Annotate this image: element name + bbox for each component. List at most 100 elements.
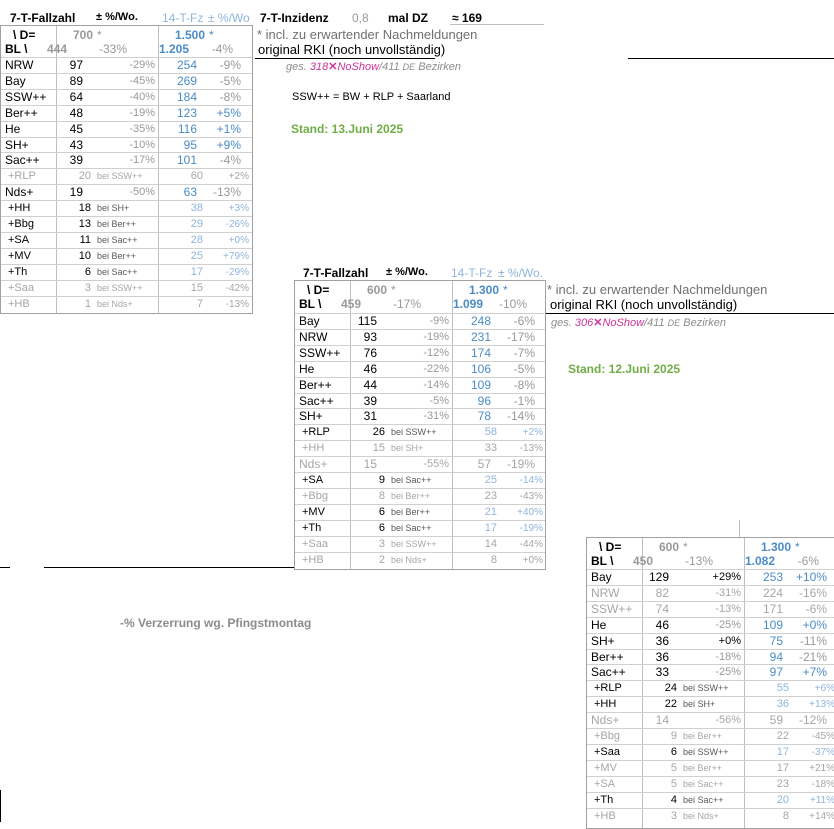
fz14-value: 36 <box>776 698 789 711</box>
fz14-value: 109 <box>470 377 491 392</box>
state-label: He <box>5 121 21 136</box>
divider-stub <box>739 520 740 537</box>
fz14-value: 59 <box>769 713 783 728</box>
header-row-d: \ D= 600 * 1.300 * <box>295 283 545 298</box>
case-value: 14 <box>655 713 669 728</box>
header-row-d: \ D= 600 * 1.300 * <box>587 540 834 555</box>
pct14-value: -42% <box>225 282 249 294</box>
fz14-value: 23 <box>484 489 497 502</box>
pct14-value: -18% <box>811 778 834 790</box>
pct14-value: -4% <box>219 153 241 168</box>
bei-note: bei SSW++ <box>391 427 437 438</box>
pct-value: -31% <box>423 410 449 423</box>
case-value: 6 <box>84 265 91 278</box>
left-edge-line <box>0 790 1 822</box>
ges-line-2: ges. 306✕NoShow/411 DE Bezirken <box>551 317 727 329</box>
pct14-value: +3% <box>228 203 249 215</box>
case-value: 64 <box>69 89 83 104</box>
state-label: +SA <box>594 777 616 790</box>
pct14-value: -45% <box>811 731 834 742</box>
pct-value: -17% <box>129 154 155 167</box>
pct14-value: -8% <box>219 89 241 104</box>
pct-value: -56% <box>715 714 741 727</box>
table-row: +MV 6 bei Ber++ 21 +40% <box>295 505 545 521</box>
state-label: +RLP <box>302 426 330 439</box>
pct14-value: -43% <box>519 490 543 502</box>
bei-note: bei Sac++ <box>683 794 724 805</box>
table-row: Ber++ 44 -14% 109 -8% <box>295 378 545 394</box>
pct14-value: -13% <box>225 298 249 310</box>
pct-value: -10% <box>129 138 155 151</box>
fz14-value: 8 <box>490 553 497 566</box>
table-row: +HB 2 bei Nds+ 8 +0% <box>295 553 545 569</box>
case-value: 13 <box>78 218 91 230</box>
state-label: +Bbg <box>594 730 620 742</box>
pct14-value: -26% <box>225 219 249 230</box>
fallzahl-header-2: 7-T-Fallzahl <box>303 266 369 280</box>
pct14-value: -6% <box>805 601 827 616</box>
pct-value: -55% <box>423 458 449 471</box>
fz14-value: 78 <box>477 409 491 424</box>
header-row-d: \ D= 700 * 1.500 * <box>1 28 252 43</box>
pm-header-2: ± %/Wo. <box>386 266 428 278</box>
d-label: \ D= <box>307 283 330 297</box>
bei-note: bei SSW++ <box>97 282 143 293</box>
pm14-header-2: ± %/Wo. <box>498 266 544 280</box>
bei-note: bei Sac++ <box>97 234 138 245</box>
fz14-value: 25 <box>190 249 203 262</box>
bl-pct: -33% <box>98 42 127 56</box>
table-row: Ber++ 48 -19% 123 +5% <box>1 106 252 122</box>
table-row: Sac++ 33 -25% 97 +7% <box>587 665 834 681</box>
case-value: 6 <box>378 521 385 534</box>
table-row: SH+ 43 -10% 95 +9% <box>1 138 252 154</box>
case-value: 3 <box>378 537 385 550</box>
original-note-1: original RKI (noch unvollständig) <box>258 42 446 57</box>
bei-note: bei SSW++ <box>391 538 437 549</box>
state-label: +HH <box>302 442 325 455</box>
bl-pct: -17% <box>392 297 421 311</box>
pct14-value: +0% <box>522 554 543 566</box>
state-label: +MV <box>594 761 617 774</box>
pct14-value: -7% <box>513 345 535 360</box>
fz14-value: 60 <box>190 170 203 183</box>
table-11-juni: \ D= 600 * 1.300 * BL \ 450 -13% 1.082 -6% Bay 129 +… <box>586 537 834 829</box>
incl-note-1: * incl. zu erwartender Nachmeldungen <box>257 27 478 42</box>
table-row: Nds+ 15 -55% 57 -19% <box>295 457 545 473</box>
table-row: +HH 15 bei SH+ 33 -13% <box>295 441 545 457</box>
pct-value: -22% <box>423 362 449 375</box>
pct14-value: -37% <box>811 746 834 758</box>
state-label: Bay <box>591 570 612 584</box>
state-label: +HB <box>8 297 30 310</box>
table-row: +MV 5 bei Ber++ 17 +21% <box>587 761 834 777</box>
pct14-value: -8% <box>513 377 535 392</box>
pct-value: -45% <box>129 74 155 87</box>
pct-value: -12% <box>423 346 449 359</box>
fz14-value: 22 <box>776 730 789 742</box>
pct-value: -50% <box>129 186 155 199</box>
case-value: 39 <box>69 153 83 168</box>
fz14-value: 17 <box>190 265 203 278</box>
table-row: Nds+ 19 -50% 63 -13% <box>1 185 252 201</box>
pct14-value: -44% <box>519 538 543 550</box>
pct14-value: -19% <box>506 457 535 472</box>
bei-note: bei Ber++ <box>683 762 723 773</box>
pct14-value: +79% <box>223 250 249 262</box>
case-value: 3 <box>84 281 91 294</box>
pct-value: -18% <box>715 650 741 663</box>
case-value: 3 <box>670 809 677 822</box>
pct14-value: -16% <box>798 585 827 600</box>
fz14-value: 231 <box>470 329 491 344</box>
bl-value: 444 <box>46 42 67 56</box>
table-row: +Saa 3 bei SSW++ 14 -44% <box>295 537 545 553</box>
state-label: SH+ <box>299 409 323 424</box>
state-label: +MV <box>302 505 325 518</box>
table-row: SSW++ 74 -13% 171 -6% <box>587 602 834 618</box>
case-value: 19 <box>69 185 83 200</box>
pct-value: -14% <box>423 378 449 391</box>
underline-1a <box>255 58 435 59</box>
fz14-value: 248 <box>470 314 491 328</box>
table-12-juni: \ D= 600 * 1.300 * BL \ 459 -17% 1.099 -10% Bay 115… <box>294 280 546 570</box>
pm14-header: ± %/Wo <box>208 11 250 25</box>
underline-left <box>44 567 294 568</box>
pfingst-note: -% Verzerrung wg. Pfingstmontag <box>120 616 312 630</box>
